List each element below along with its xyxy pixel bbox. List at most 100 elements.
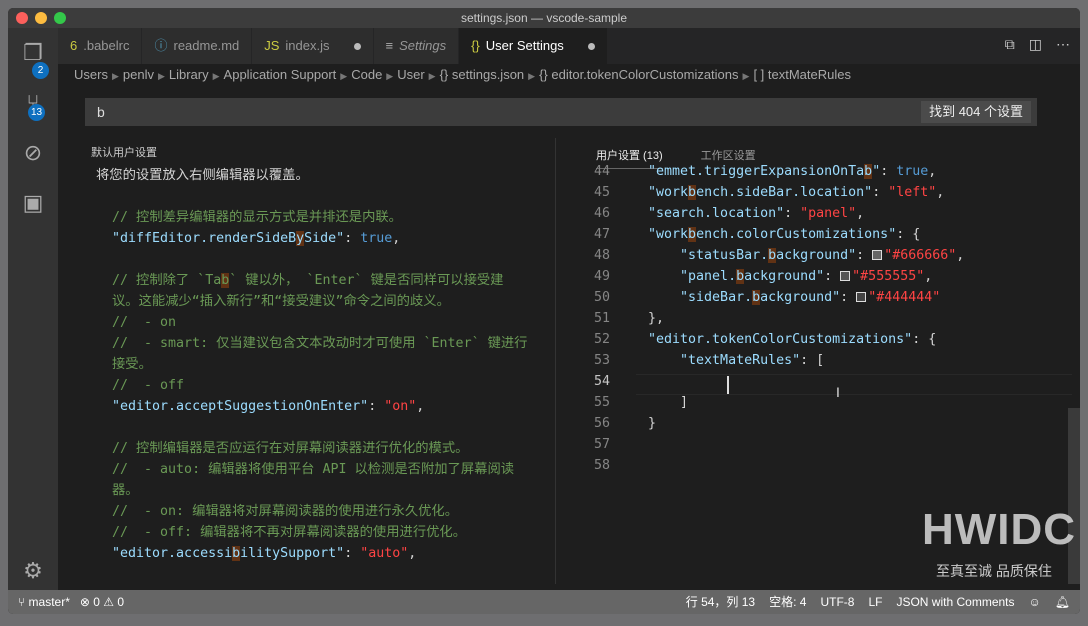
- code-token: b: [752, 290, 761, 305]
- code-token: :: [368, 399, 385, 414]
- code-token: ench.sideBar.location": [696, 185, 873, 200]
- file-icon: JS: [264, 38, 280, 53]
- scrollbar[interactable]: [1068, 408, 1080, 584]
- code-line: 51 },: [578, 308, 964, 329]
- chevron-right-icon: ▶: [212, 71, 220, 81]
- code-line: 55 ]: [578, 392, 964, 413]
- code-token: // - on: 编辑器将对屏幕阅读器的使用进行永久优化。: [96, 504, 459, 519]
- branch-indicator[interactable]: ⑂ master*: [18, 590, 70, 614]
- chevron-right-icon: ▶: [428, 71, 436, 81]
- split-editor-icon[interactable]: ◫: [1029, 36, 1042, 53]
- unsaved-dot-icon[interactable]: [587, 42, 595, 50]
- more-actions-icon[interactable]: ⋯: [1056, 36, 1070, 53]
- code-line: 48 "statusBar.background": "#666666",: [578, 245, 964, 266]
- code-token: // - smart: 仅当建议包含文本改动时才可使用 `Enter` 键进行: [96, 336, 528, 351]
- tab-label: readme.md: [173, 38, 240, 53]
- code-token: // 控制差异编辑器的显示方式是并排还是内联。: [96, 210, 402, 225]
- chevron-right-icon: ▶: [742, 71, 750, 81]
- breadcrumb-item[interactable]: Users: [74, 67, 108, 82]
- breadcrumb: Users ▶ penlv ▶ Library ▶ Application Support ▶…: [74, 64, 851, 86]
- chevron-right-icon: ▶: [528, 71, 536, 81]
- code-token: ,: [936, 185, 945, 200]
- user-settings-editor[interactable]: 44 "emmet.triggerExpansionOnTab": true, 4…: [578, 164, 964, 484]
- open-changes-icon[interactable]: ⧉: [1005, 36, 1015, 53]
- minimize-button[interactable]: [35, 12, 47, 24]
- color-swatch[interactable]: [840, 271, 851, 281]
- bell-icon[interactable]: 🔔︎: [1055, 590, 1070, 614]
- debug-icon[interactable]: ⊘: [20, 140, 46, 166]
- status-bar: ⑂ master* ⊗ 0 ⚠ 0 行 54，列 13 空格: 4 UTF-8 LF J…: [8, 590, 1080, 614]
- code-line: 52 "editor.tokenColorCustomizations": {: [578, 329, 964, 350]
- watermark-logo: HWIDC: [922, 505, 1077, 554]
- zoom-button[interactable]: [54, 12, 66, 24]
- breadcrumb-item[interactable]: [ ] textMateRules: [753, 67, 851, 82]
- code-token: "work: [632, 227, 689, 242]
- tab-usersettings[interactable]: {} User Settings: [459, 28, 608, 64]
- tab-label: User Settings: [485, 38, 564, 53]
- close-button[interactable]: [16, 12, 28, 24]
- settings-search-input[interactable]: b 找到 404 个设置: [85, 98, 1037, 126]
- problems-indicator[interactable]: ⊗ 0 ⚠ 0: [80, 590, 124, 614]
- breadcrumb-item[interactable]: {} settings.json: [440, 67, 525, 82]
- code-line: "editor.accessibilitySupport": "auto",: [96, 543, 527, 564]
- extensions-icon[interactable]: ▣: [20, 190, 46, 216]
- breadcrumb-item[interactable]: Application Support: [224, 67, 337, 82]
- line-number: 55: [593, 395, 610, 410]
- line-number: 50: [593, 290, 610, 305]
- code-line: // - off: 编辑器将不再对屏幕阅读器的使用进行优化。: [96, 522, 527, 543]
- breadcrumb-item[interactable]: Library: [169, 67, 209, 82]
- gear-icon[interactable]: ⚙: [20, 558, 46, 584]
- breadcrumb-item[interactable]: Code: [351, 67, 382, 82]
- pane-divider[interactable]: [555, 138, 556, 584]
- feedback-smiley-icon[interactable]: ☺: [1029, 590, 1041, 614]
- encoding[interactable]: UTF-8: [820, 590, 854, 614]
- code-token: :: [840, 290, 857, 305]
- line-number: 51: [593, 311, 610, 326]
- result-count: 找到 404 个设置: [921, 101, 1031, 123]
- code-line: 58: [578, 455, 964, 476]
- tab-babelrc[interactable]: 6 .babelrc: [58, 28, 143, 64]
- unsaved-dot-icon[interactable]: [353, 42, 361, 50]
- explorer-badge: 2: [32, 62, 49, 79]
- cursor-position[interactable]: 行 54，列 13: [686, 590, 755, 614]
- code-token: ]: [632, 395, 689, 410]
- code-line: 47 "workbench.colorCustomizations": {: [578, 224, 964, 245]
- code-token: b: [864, 164, 873, 179]
- code-line: 46 "search.location": "panel",: [578, 203, 964, 224]
- tab-readmemd[interactable]: ⓘ readme.md: [142, 28, 253, 64]
- tab-indexjs[interactable]: JS index.js: [252, 28, 374, 64]
- code-token: // - on: [96, 315, 177, 330]
- color-swatch[interactable]: [872, 250, 883, 260]
- code-token: ackground": [744, 269, 825, 284]
- language-mode[interactable]: JSON with Comments: [896, 590, 1014, 614]
- file-icon: ≡: [385, 38, 394, 53]
- indentation[interactable]: 空格: 4: [769, 590, 806, 614]
- breadcrumb-item[interactable]: User: [397, 67, 424, 82]
- code-line: // 控制差异编辑器的显示方式是并排还是内联。: [96, 207, 527, 228]
- file-icon: 6: [70, 38, 78, 53]
- code-line: // - smart: 仅当建议包含文本改动时才可使用 `Enter` 键进行: [96, 333, 527, 354]
- code-token: "work: [632, 185, 689, 200]
- code-token: true: [896, 164, 929, 179]
- code-token: "diffEditor.renderSideB: [96, 231, 297, 246]
- breadcrumb-item[interactable]: penlv: [123, 67, 154, 82]
- code-line: 议。这能减少“插入新行”和“接受建议”命令之间的歧义。: [96, 291, 527, 312]
- code-token: :: [856, 248, 873, 263]
- line-number: 44: [593, 164, 610, 179]
- mouse-ibeam-cursor: I: [836, 384, 840, 400]
- default-settings-header: 默认用户设置: [91, 147, 157, 159]
- tab-settings[interactable]: ≡ Settings: [373, 28, 460, 64]
- breadcrumb-item[interactable]: {} editor.tokenColorCustomizations: [539, 67, 738, 82]
- code-line: 接受。: [96, 354, 527, 375]
- vscode-window: settings.json — vscode-sample ❐ 2 ⑂ 13 ⊘…: [8, 8, 1080, 614]
- code-token: ackground": [776, 248, 857, 263]
- line-number: 47: [593, 227, 610, 242]
- eol[interactable]: LF: [868, 590, 882, 614]
- code-line: 器。: [96, 480, 527, 501]
- code-token: 议。这能减少“插入新行”和“接受建议”命令之间的歧义。: [96, 294, 450, 309]
- code-token: "left": [888, 185, 937, 200]
- color-swatch[interactable]: [856, 292, 867, 302]
- code-token: // - off: 编辑器将不再对屏幕阅读器的使用进行优化。: [96, 525, 467, 540]
